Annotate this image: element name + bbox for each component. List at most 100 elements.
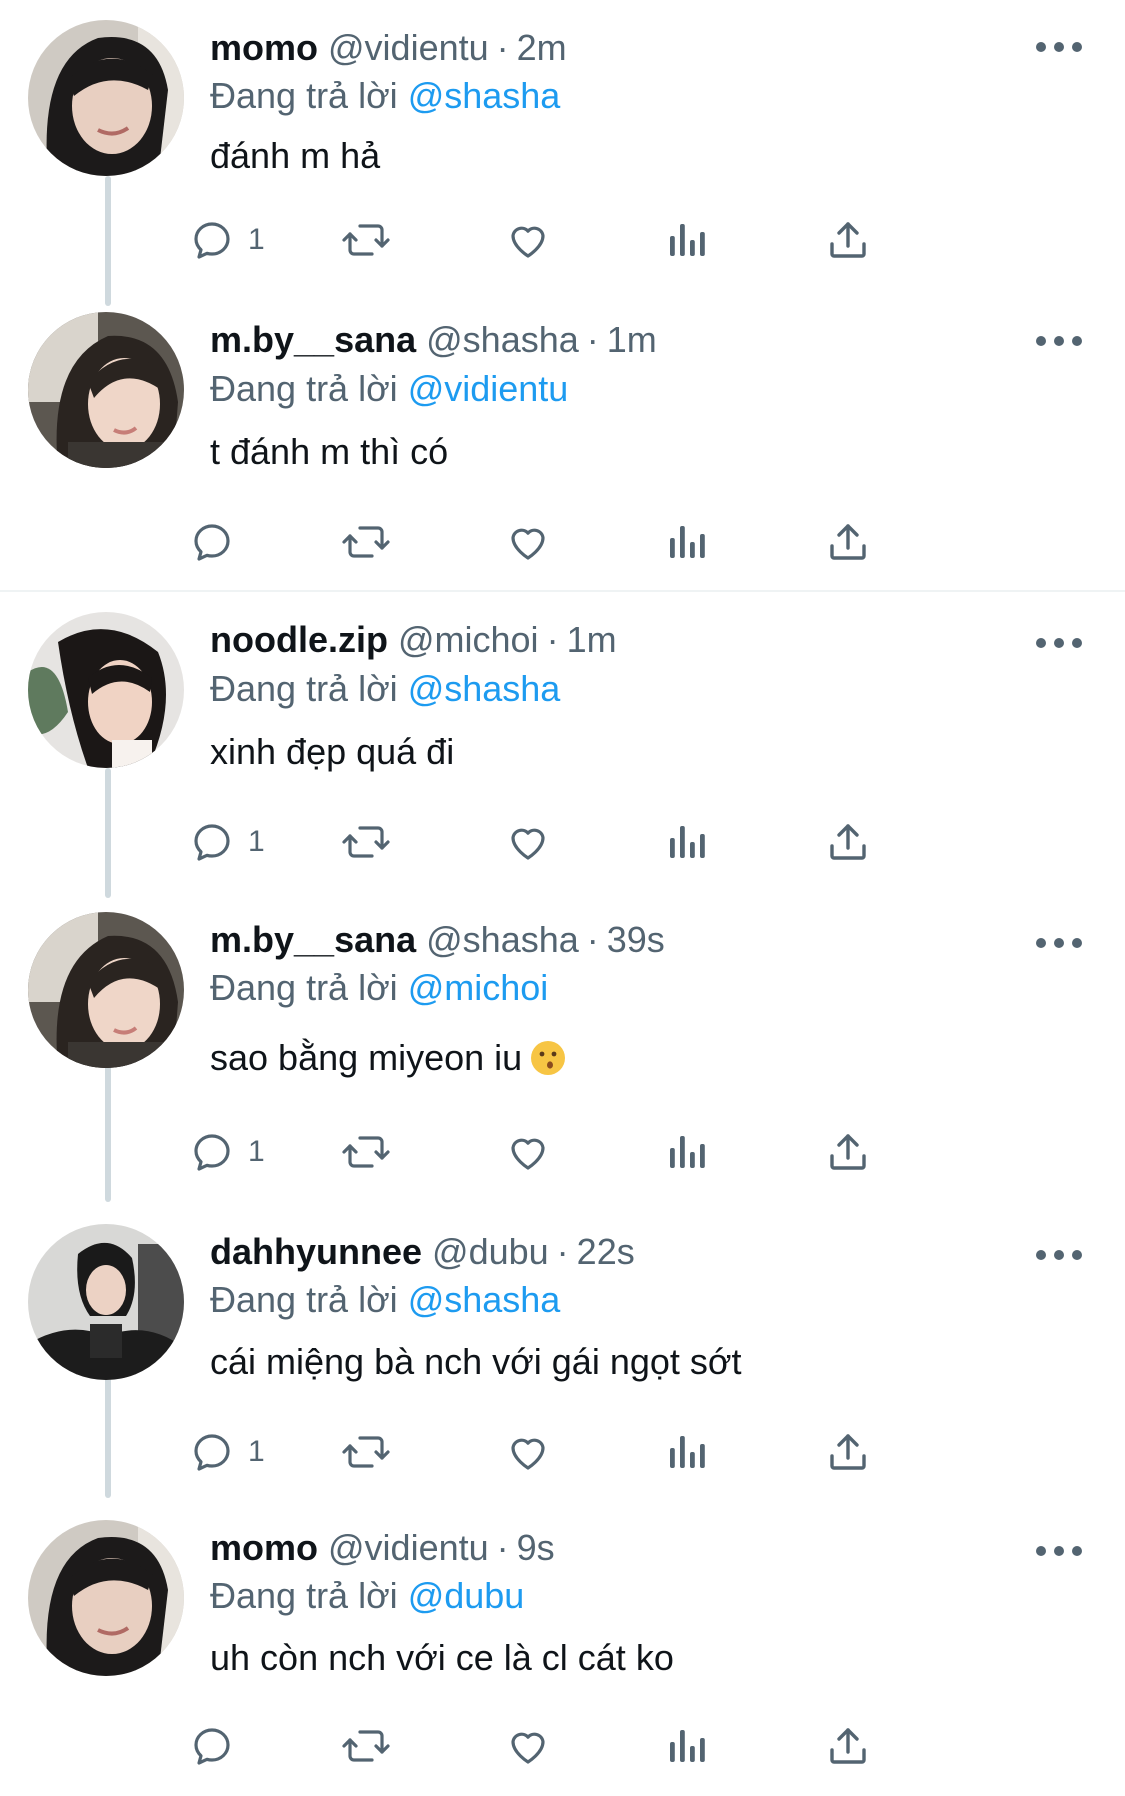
views-button[interactable] bbox=[666, 1122, 710, 1182]
avatar[interactable] bbox=[28, 1224, 184, 1380]
display-name[interactable]: m.by__sana bbox=[210, 919, 416, 960]
views-button[interactable] bbox=[666, 512, 710, 572]
more-icon[interactable] bbox=[1036, 628, 1082, 658]
user-handle[interactable]: @shasha bbox=[426, 319, 579, 360]
share-button[interactable] bbox=[824, 1716, 872, 1776]
tweet[interactable]: m.by__sana @shasha · 39s Đang trả lời @micho… bbox=[0, 900, 1125, 1212]
retweet-button[interactable] bbox=[340, 1422, 392, 1482]
reply-icon bbox=[188, 1128, 236, 1176]
more-icon[interactable] bbox=[1036, 1240, 1082, 1270]
reply-icon bbox=[188, 818, 236, 866]
timestamp[interactable]: 2m bbox=[517, 27, 567, 68]
user-handle[interactable]: @michoi bbox=[398, 619, 539, 660]
user-handle[interactable]: @shasha bbox=[426, 919, 579, 960]
reply-target-link[interactable]: @shasha bbox=[408, 668, 561, 709]
avatar[interactable] bbox=[28, 312, 184, 468]
retweet-button[interactable] bbox=[340, 1122, 392, 1182]
replying-to: Đang trả lời @dubu bbox=[210, 1574, 524, 1618]
avatar[interactable] bbox=[28, 912, 184, 1068]
timestamp[interactable]: 39s bbox=[607, 919, 665, 960]
tweet[interactable]: m.by__sana @shasha · 1m Đang trả lời @vidien… bbox=[0, 300, 1125, 590]
tweet[interactable]: momo @vidientu · 2m Đang trả lời @shasha đán… bbox=[0, 0, 1125, 300]
replying-to-label: Đang trả lời bbox=[210, 1575, 398, 1616]
views-button[interactable] bbox=[666, 210, 710, 270]
reply-target-link[interactable]: @michoi bbox=[408, 967, 549, 1008]
like-button[interactable] bbox=[504, 512, 552, 572]
views-button[interactable] bbox=[666, 1716, 710, 1776]
display-name[interactable]: noodle.zip bbox=[210, 619, 388, 660]
reply-button[interactable]: 1 bbox=[188, 1422, 265, 1482]
tweet[interactable]: dahhyunnee @dubu · 22s Đang trả lời @shasha … bbox=[0, 1212, 1125, 1508]
reply-button[interactable]: 1 bbox=[188, 210, 265, 270]
timestamp[interactable]: 22s bbox=[577, 1231, 635, 1272]
retweet-button[interactable] bbox=[340, 512, 392, 572]
share-icon bbox=[824, 216, 872, 264]
reply-button[interactable]: 1 bbox=[188, 812, 265, 872]
user-handle[interactable]: @dubu bbox=[432, 1231, 549, 1272]
reply-target-link[interactable]: @dubu bbox=[408, 1575, 525, 1616]
views-icon bbox=[666, 1722, 710, 1770]
display-name[interactable]: dahhyunnee bbox=[210, 1231, 422, 1272]
retweet-button[interactable] bbox=[340, 812, 392, 872]
more-icon[interactable] bbox=[1036, 326, 1082, 356]
retweet-button[interactable] bbox=[340, 1716, 392, 1776]
timestamp[interactable]: 1m bbox=[567, 619, 617, 660]
display-name[interactable]: m.by__sana bbox=[210, 319, 416, 360]
reply-icon bbox=[188, 1428, 236, 1476]
views-button[interactable] bbox=[666, 1422, 710, 1482]
share-button[interactable] bbox=[824, 812, 872, 872]
retweet-button[interactable] bbox=[340, 210, 392, 270]
views-icon bbox=[666, 1428, 710, 1476]
retweet-icon bbox=[340, 1722, 392, 1770]
like-icon bbox=[504, 818, 552, 866]
tweet-header: noodle.zip @michoi · 1m bbox=[210, 618, 617, 662]
share-button[interactable] bbox=[824, 1422, 872, 1482]
more-icon[interactable] bbox=[1036, 32, 1082, 62]
reply-button[interactable] bbox=[188, 1716, 248, 1776]
tweet[interactable]: momo @vidientu · 9s Đang trả lời @dubu uh cò… bbox=[0, 1508, 1125, 1796]
separator-dot: · bbox=[496, 1527, 509, 1568]
avatar[interactable] bbox=[28, 1520, 184, 1676]
reply-count: 1 bbox=[248, 1435, 265, 1468]
avatar[interactable] bbox=[28, 612, 184, 768]
views-icon bbox=[666, 216, 710, 264]
reply-target-link[interactable]: @shasha bbox=[408, 75, 561, 116]
display-name[interactable]: momo bbox=[210, 27, 318, 68]
reply-button[interactable] bbox=[188, 512, 248, 572]
retweet-icon bbox=[340, 1128, 392, 1176]
tweet-header: momo @vidientu · 9s bbox=[210, 1526, 555, 1570]
reply-button[interactable]: 1 bbox=[188, 1122, 265, 1182]
retweet-icon bbox=[340, 818, 392, 866]
like-button[interactable] bbox=[504, 1422, 552, 1482]
share-button[interactable] bbox=[824, 512, 872, 572]
user-handle[interactable]: @vidientu bbox=[328, 1527, 489, 1568]
tweet-actions bbox=[194, 1716, 1010, 1776]
like-button[interactable] bbox=[504, 210, 552, 270]
tweet[interactable]: noodle.zip @michoi · 1m Đang trả lời @shasha… bbox=[0, 600, 1125, 900]
timestamp[interactable]: 1m bbox=[607, 319, 657, 360]
display-name[interactable]: momo bbox=[210, 1527, 318, 1568]
like-button[interactable] bbox=[504, 812, 552, 872]
more-icon[interactable] bbox=[1036, 1536, 1082, 1566]
timestamp[interactable]: 9s bbox=[517, 1527, 555, 1568]
share-button[interactable] bbox=[824, 210, 872, 270]
share-button[interactable] bbox=[824, 1122, 872, 1182]
more-icon[interactable] bbox=[1036, 928, 1082, 958]
like-icon bbox=[504, 1722, 552, 1770]
tweet-header: dahhyunnee @dubu · 22s bbox=[210, 1230, 635, 1274]
views-button[interactable] bbox=[666, 812, 710, 872]
conversation-divider bbox=[0, 590, 1125, 592]
like-button[interactable] bbox=[504, 1122, 552, 1182]
avatar[interactable] bbox=[28, 20, 184, 176]
retweet-icon bbox=[340, 518, 392, 566]
replying-to: Đang trả lời @shasha bbox=[210, 1278, 560, 1322]
reply-icon bbox=[188, 518, 236, 566]
like-icon bbox=[504, 1128, 552, 1176]
user-handle[interactable]: @vidientu bbox=[328, 27, 489, 68]
replying-to: Đang trả lời @vidientu bbox=[210, 367, 568, 411]
reply-target-link[interactable]: @vidientu bbox=[408, 368, 569, 409]
reply-target-link[interactable]: @shasha bbox=[408, 1279, 561, 1320]
like-button[interactable] bbox=[504, 1716, 552, 1776]
separator-dot: · bbox=[586, 319, 599, 360]
tweet-header: m.by__sana @shasha · 39s bbox=[210, 918, 665, 962]
